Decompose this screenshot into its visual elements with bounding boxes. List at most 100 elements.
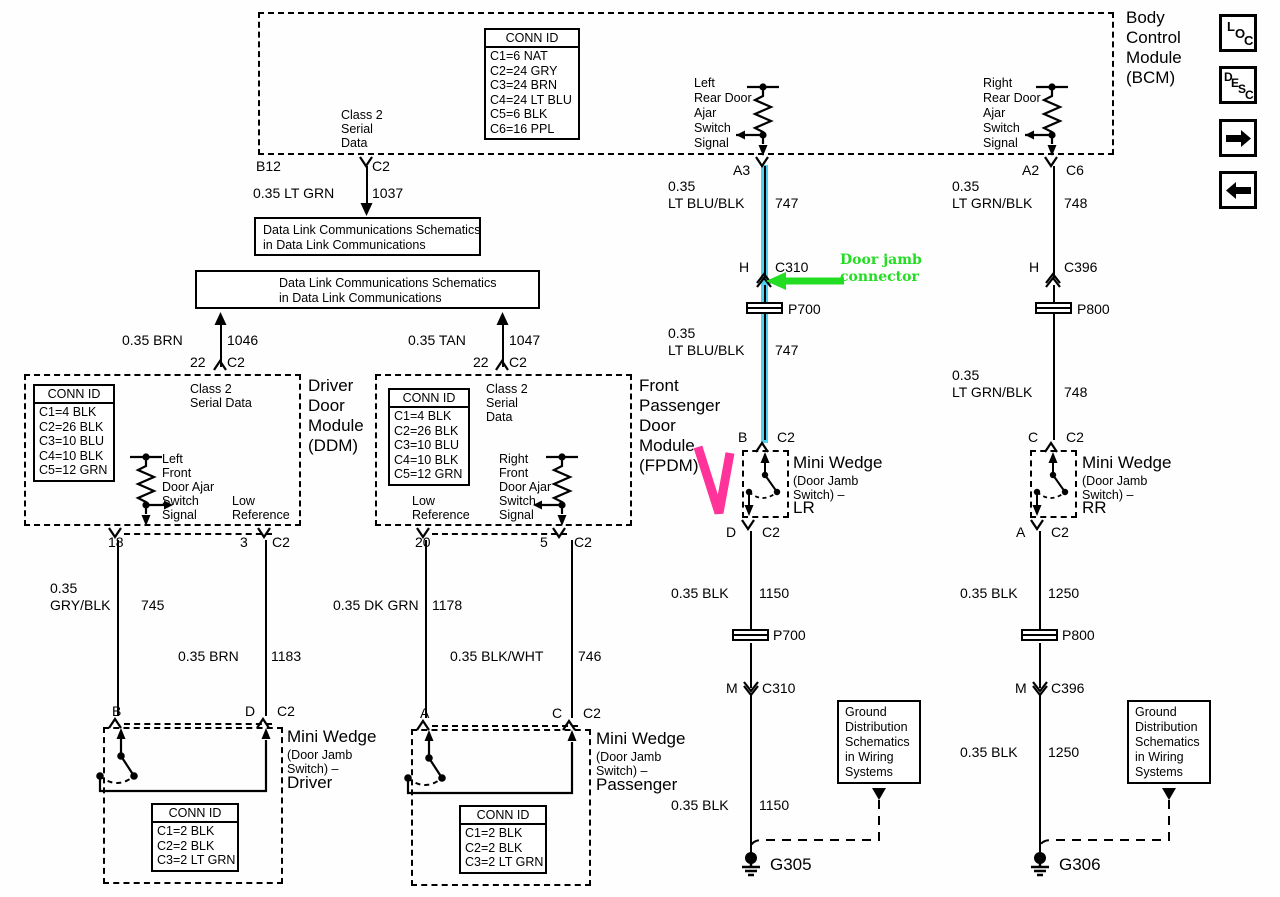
wire-1046-pin: 22 — [190, 354, 206, 370]
right-pin-a-conn: C2 — [1051, 524, 1069, 540]
wire-747-upper-line — [764, 166, 766, 278]
prev-page-button[interactable] — [1219, 171, 1257, 209]
bcm-left-rear-signal-4: Signal — [694, 136, 729, 150]
bcm-pin-b12-conn: C2 — [372, 158, 390, 174]
next-page-button[interactable] — [1219, 119, 1257, 157]
ground-label-g306: G306 — [1059, 855, 1101, 874]
right-pin-a: A — [1016, 524, 1026, 540]
bcm-left-pullup-symbol — [736, 83, 779, 156]
conn-id-row: C2=24 GRY — [490, 63, 558, 78]
left-pin-d: D — [245, 703, 256, 719]
conn-id-row: C5=6 BLK — [490, 107, 548, 121]
ground-dist-right-connector-line — [1038, 788, 1176, 849]
wiring-diagram-canvas: Body Control Module (BCM) CONN ID C1=6 N… — [0, 0, 1280, 897]
ref-line: Ground — [1135, 705, 1177, 719]
desc-button-label-c: C — [1245, 88, 1254, 102]
conn-id-header: CONN ID — [461, 807, 545, 825]
ground-symbol-g306 — [1031, 852, 1049, 877]
bcm-pin-a3: A3 — [733, 162, 751, 178]
bcm-title-line-2: Module — [1126, 48, 1182, 67]
conn-id-row: C3=2 LT GRN — [465, 855, 544, 869]
wire-1047-pin: 22 — [473, 354, 489, 370]
right-conn-c396-lower: C396 — [1051, 680, 1085, 696]
ref-line: Systems — [1135, 765, 1183, 779]
conn-id-row: C5=12 GRN — [394, 467, 463, 481]
wire-1047-spec: 0.35 TAN — [408, 332, 466, 348]
ref-box-dlc-upper[interactable]: Data Link Communications Schematics in D… — [254, 217, 481, 256]
wire-747-bot-number: 747 — [775, 342, 799, 358]
fpdm-title-line-0: Front — [639, 376, 679, 395]
ddm-pin-connector-dashes — [124, 533, 272, 535]
ref-line: in Wiring — [845, 750, 894, 764]
wire-747-bot-spec-0: 0.35 — [668, 325, 696, 341]
fpdm-pin-20: 20 — [415, 534, 431, 550]
wire-748-top-number: 748 — [1064, 195, 1088, 211]
fpdm-class2-label-2: Data — [486, 410, 513, 424]
mini-wedge-rr-sub3: RR — [1082, 498, 1107, 517]
bcm-left-rear-signal-0: Left — [694, 76, 715, 90]
desc-button[interactable]: D E S C — [1219, 66, 1257, 104]
fpdm-low-ref-label-0: Low — [412, 494, 435, 508]
ddm-conn-id-table: CONN ID C1=4 BLK C2=26 BLK C3=10 BLU C4=… — [33, 384, 115, 482]
ref-box-ground-dist-left[interactable]: Ground Distribution Schematics in Wiring… — [837, 700, 921, 784]
bcm-right-rear-signal-2: Ajar — [983, 106, 1006, 120]
ref-box-dlc-lower[interactable]: Data Link Communications Schematics in D… — [195, 270, 540, 309]
arrow-down-1037 — [360, 203, 373, 216]
left-pin-d-conn: C2 — [277, 703, 295, 719]
left-pin-b: B — [112, 703, 122, 719]
mini-wedge-lr-sub1: (Door Jamb — [793, 474, 859, 488]
conn-id-row: C2=26 BLK — [394, 423, 459, 438]
bcm-pin-b12: B12 — [256, 158, 281, 174]
ref-box-ground-dist-right[interactable]: Ground Distribution Schematics in Wiring… — [1127, 700, 1211, 784]
ground-dist-left-connector-line — [749, 788, 886, 849]
ddm-title-line-2: Module — [308, 416, 364, 435]
ref-line: Schematics — [1135, 735, 1200, 749]
ref-line: Schematics — [845, 735, 910, 749]
arrow-left-icon — [1226, 182, 1251, 199]
bcm-title-line-3: (BCM) — [1126, 68, 1176, 87]
conn-id-row: C1=2 BLK — [157, 824, 215, 838]
mid-pin-a: A — [420, 705, 430, 721]
bcm-right-rear-signal-4: Signal — [983, 136, 1018, 150]
ddm-pin-18: 18 — [108, 534, 124, 550]
ddm-title-line-0: Driver — [308, 376, 354, 395]
wire-748-top-spec-0: 0.35 — [952, 178, 980, 194]
fpdm-title-line-1: Passenger — [639, 396, 721, 415]
wire-1047-number: 1047 — [509, 332, 541, 348]
fpdm-title-line-3: Module — [639, 436, 695, 455]
wire-745-line — [117, 540, 119, 716]
center-conn-c310-lower: C310 — [762, 680, 796, 696]
pin-break-1046 — [213, 359, 227, 371]
fpdm-title-line-4: (FPDM) — [639, 456, 699, 475]
ddm-pin-3-conn: C2 — [272, 534, 290, 550]
mini-wedge-driver-sub3: Driver — [287, 773, 333, 792]
conn-id-row: C1=6 NAT — [490, 49, 548, 63]
wire-748-bot-spec-1: LT GRN/BLK — [952, 384, 1033, 400]
ref-line: Data Link Communications Schematics — [279, 276, 497, 290]
ddm-class2-label-0: Class 2 — [190, 382, 232, 396]
pink-checkmark-annotation — [693, 445, 735, 515]
center-pin-d-conn: C2 — [762, 524, 780, 540]
arrow-up-1046 — [214, 312, 227, 325]
conn-id-row: C1=2 BLK — [465, 826, 523, 840]
ref-line: in Data Link Communications — [263, 238, 426, 252]
ddm-pin-3: 3 — [240, 534, 248, 550]
right-pin-c: C — [1028, 429, 1039, 445]
wire-1178-number: 1178 — [432, 597, 463, 613]
bcm-pin-a2-conn: C6 — [1066, 162, 1084, 178]
bcm-left-rear-signal-2: Ajar — [694, 106, 717, 120]
bcm-class2-label-1: Serial — [341, 122, 373, 136]
ground-symbol-g305 — [742, 852, 760, 877]
ddm-title-line-3: (DDM) — [308, 436, 359, 455]
fpdm-signal-label-3: Switch — [499, 494, 536, 508]
wire-1250-bot-spec: 0.35 BLK — [960, 744, 1018, 760]
wire-1150-upper-line — [750, 531, 752, 631]
conn-id-header: CONN ID — [486, 30, 578, 48]
driver-switch-pin-dashes — [124, 723, 272, 725]
conn-id-row: C3=24 BRN — [490, 78, 558, 92]
ddm-pullup-symbol — [130, 453, 173, 526]
connector-c310-lower-symbol — [743, 681, 759, 697]
wire-1183-line — [265, 540, 267, 716]
conn-id-row: C4=10 BLK — [39, 448, 104, 463]
loc-button[interactable]: L O C — [1219, 14, 1257, 52]
